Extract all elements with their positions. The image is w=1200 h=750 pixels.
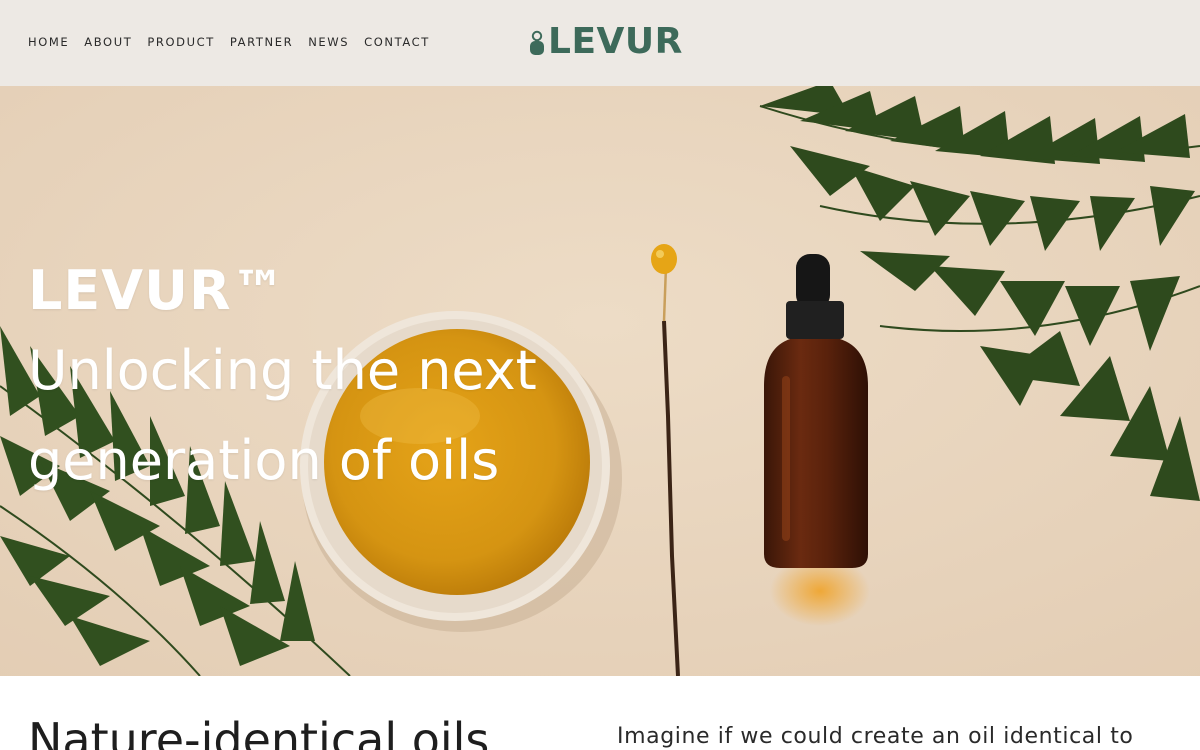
nav-contact[interactable]: CONTACT — [364, 35, 430, 49]
nav-home[interactable]: HOME — [28, 35, 69, 49]
nav-partner[interactable]: PARTNER — [230, 35, 293, 49]
nav-news[interactable]: NEWS — [308, 35, 349, 49]
nav-about[interactable]: ABOUT — [84, 35, 132, 49]
site-logo[interactable]: LEVUR — [528, 22, 683, 62]
intro-body: Imagine if we could create an oil identi… — [617, 724, 1134, 749]
hero-section: LEVUR™ Unlocking the next generation of … — [0, 86, 1200, 676]
logo-text: LEVUR — [548, 21, 683, 62]
main-nav: HOME ABOUT PRODUCT PARTNER NEWS CONTACT — [28, 35, 445, 49]
hero-tagline: Unlocking the next generation of oils — [28, 339, 537, 492]
oil-drop-icon — [530, 30, 544, 55]
hero-text: LEVUR™ Unlocking the next generation of … — [28, 256, 588, 506]
nav-product[interactable]: PRODUCT — [147, 35, 215, 49]
intro-heading: Nature-identical oils — [28, 713, 490, 750]
site-header: HOME ABOUT PRODUCT PARTNER NEWS CONTACT … — [0, 0, 1200, 86]
hero-brand: LEVUR™ — [28, 259, 287, 322]
